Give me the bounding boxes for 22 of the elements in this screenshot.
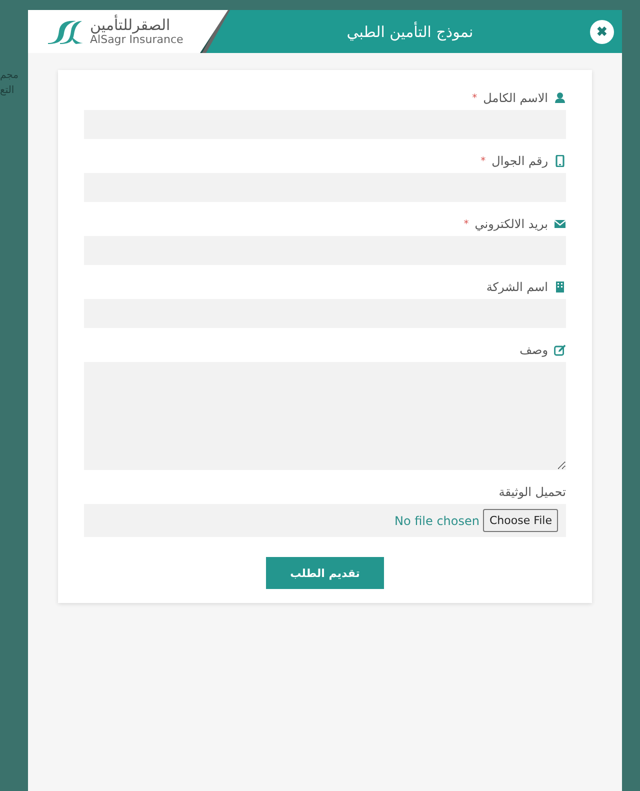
field-label: الاسم الكامل [483,91,548,105]
submit-button[interactable]: تقديم الطلب [266,557,384,589]
field-label: رقم الجوال [492,154,548,168]
logo-icon [46,18,84,44]
user-icon [554,92,566,104]
logo-english-text: AlSagr Insurance [90,34,184,46]
choose-file-button[interactable]: Choose File [483,509,558,532]
phone-icon [554,155,566,167]
file-status: No file chosen [394,514,480,528]
field-label: بريد الالكتروني [474,217,548,231]
edit-icon [554,344,566,356]
required-mark: * [480,156,486,166]
building-icon [554,281,566,293]
field-label: وصف [520,343,548,357]
required-mark: * [472,92,478,104]
description-field[interactable] [84,362,566,470]
field-label: تحميل الوثيقة [498,485,566,499]
close-button[interactable]: ✖ [590,20,614,44]
envelope-icon [554,218,566,230]
field-label: اسم الشركة [486,280,548,294]
required-mark: * [464,218,469,230]
modal-title: نموذج التأمين الطبي [346,22,474,40]
